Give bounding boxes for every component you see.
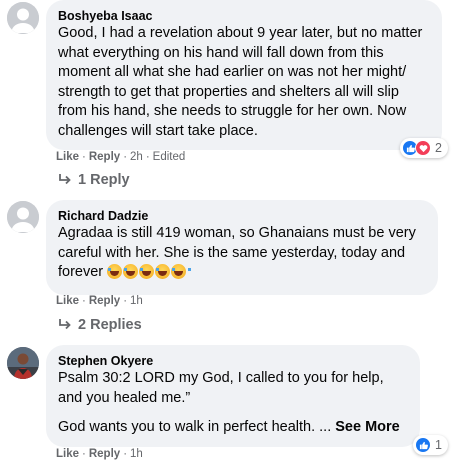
separator-dot: · bbox=[145, 151, 150, 163]
comment-bubble: Richard Dadzie Agradaa is still 419 woma… bbox=[46, 200, 438, 295]
comment-text: Agradaa is still 419 woman, so Ghanaians… bbox=[58, 224, 426, 286]
separator-dot: · bbox=[82, 448, 86, 460]
separator-dot: · bbox=[82, 295, 86, 307]
laughing-crying-emoji-icon bbox=[139, 264, 160, 279]
reaction-count: 2 bbox=[435, 141, 442, 155]
comment-author[interactable]: Richard Dadzie bbox=[58, 208, 426, 224]
reply-arrow-icon bbox=[59, 174, 71, 185]
reaction-count: 1 bbox=[435, 438, 442, 452]
comment-time[interactable]: 2h bbox=[130, 151, 143, 163]
replies-label: 2 Replies bbox=[78, 317, 142, 333]
laughing-crying-emoji-icon bbox=[171, 264, 192, 279]
avatar[interactable] bbox=[7, 201, 39, 233]
like-button[interactable]: Like bbox=[56, 295, 79, 307]
view-replies-button[interactable]: 2 Replies bbox=[58, 317, 142, 333]
like-button[interactable]: Like bbox=[56, 448, 79, 460]
reply-button[interactable]: Reply bbox=[89, 448, 120, 460]
comment-author[interactable]: Boshyeba Isaac bbox=[58, 8, 430, 24]
comment-author[interactable]: Stephen Okyere bbox=[58, 353, 408, 369]
comment-actions: Like · Reply · 2h · Edited bbox=[56, 150, 185, 164]
separator-dot: · bbox=[123, 151, 128, 163]
laughing-crying-emoji-icon bbox=[155, 264, 176, 279]
default-avatar-icon bbox=[7, 201, 39, 233]
separator-dot: · bbox=[123, 448, 128, 460]
separator-dot: · bbox=[123, 295, 128, 307]
comment-actions: Like · Reply · 1h bbox=[56, 447, 143, 461]
comment-time[interactable]: 1h bbox=[130, 295, 143, 307]
comment-time[interactable]: 1h bbox=[130, 448, 143, 460]
avatar[interactable] bbox=[7, 347, 39, 379]
like-icon bbox=[415, 437, 432, 453]
comment-text: Good, I had a revelation about 9 year la… bbox=[58, 25, 423, 139]
comment-bubble: Stephen Okyere Psalm 30:2 LORD my God, I… bbox=[46, 345, 420, 447]
love-icon bbox=[415, 140, 432, 156]
comment-text: Psalm 30:2 LORD my God, I called to you … bbox=[58, 369, 408, 438]
profile-photo-icon bbox=[7, 347, 39, 379]
view-replies-button[interactable]: 1 Reply bbox=[58, 172, 130, 188]
reaction-summary[interactable]: 1 bbox=[413, 435, 448, 455]
comment-text-para1: Psalm 30:2 LORD my God, I called to you … bbox=[58, 370, 384, 406]
emoji-row bbox=[107, 264, 192, 286]
reaction-summary[interactable]: 2 bbox=[400, 138, 448, 158]
reply-button[interactable]: Reply bbox=[89, 151, 120, 163]
replies-label: 1 Reply bbox=[78, 172, 130, 188]
see-more-link[interactable]: See More bbox=[335, 419, 399, 435]
comment-text-para2: God wants you to walk in perfect health.… bbox=[58, 418, 408, 438]
laughing-crying-emoji-icon bbox=[123, 264, 144, 279]
comment-text-truncated: God wants you to walk in perfect health.… bbox=[58, 419, 332, 435]
like-button[interactable]: Like bbox=[56, 151, 79, 163]
separator-dot: · bbox=[82, 151, 86, 163]
edited-label: Edited bbox=[152, 151, 186, 163]
comment-bubble: Boshyeba Isaac Good, I had a revelation … bbox=[46, 0, 442, 150]
default-avatar-icon bbox=[7, 2, 39, 34]
reply-arrow-icon bbox=[59, 319, 71, 330]
reply-button[interactable]: Reply bbox=[89, 295, 120, 307]
avatar[interactable] bbox=[7, 2, 39, 34]
laughing-crying-emoji-icon bbox=[107, 264, 128, 279]
comment-actions: Like · Reply · 1h bbox=[56, 294, 143, 308]
